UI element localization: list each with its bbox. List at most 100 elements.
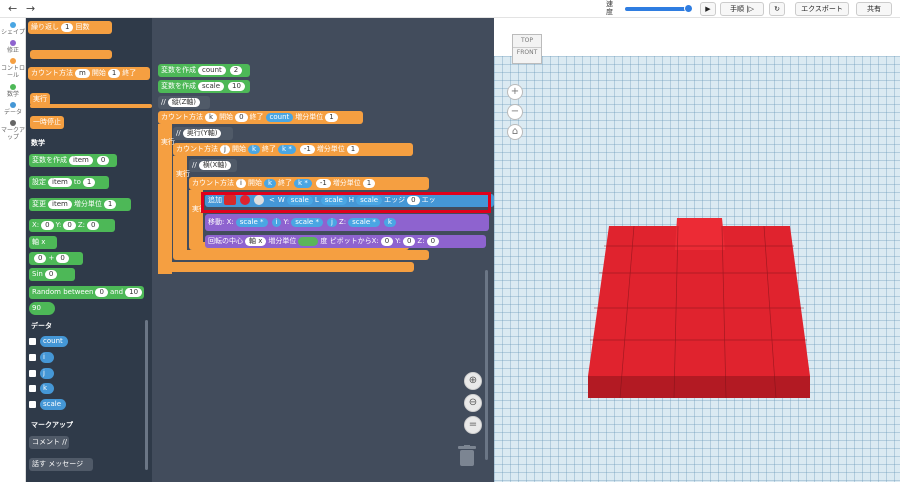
comment-y-text[interactable]: 奥行(Y軸) bbox=[182, 128, 222, 138]
loop-k-start[interactable]: 0 bbox=[235, 112, 248, 122]
loop-i-var[interactable]: i bbox=[236, 178, 246, 188]
move-x-var[interactable]: i bbox=[271, 217, 282, 227]
start-value[interactable]: 1 bbox=[107, 68, 121, 78]
palette-number-block[interactable]: 90 bbox=[29, 302, 55, 315]
palette-repeat-block[interactable]: 繰り返し 1 回数 bbox=[28, 21, 112, 34]
workspace-reset-icon[interactable]: = bbox=[464, 416, 482, 434]
create-count-name[interactable]: count bbox=[198, 65, 226, 75]
scale-checkbox[interactable] bbox=[29, 401, 36, 408]
palette-axis-block[interactable]: 軸 x bbox=[29, 236, 57, 249]
pivot-x[interactable]: 0 bbox=[380, 236, 394, 246]
nav-data[interactable]: データ bbox=[0, 102, 26, 116]
palette-set-block[interactable]: 設定 item to 1 bbox=[29, 176, 109, 189]
comment-y-axis[interactable]: //奥行(Y軸) bbox=[173, 127, 233, 140]
loop-j-step[interactable]: 1 bbox=[346, 144, 360, 154]
loop-i-end[interactable]: k * bbox=[294, 178, 312, 188]
palette-scrollbar[interactable] bbox=[145, 320, 148, 470]
create-var-scale-block[interactable]: 変数を作成 scale 10 bbox=[158, 80, 250, 93]
plus-right-value[interactable]: 0 bbox=[56, 253, 69, 263]
comment-x-text[interactable]: 横(X軸) bbox=[198, 160, 231, 170]
loop-j-end[interactable]: k * bbox=[278, 144, 296, 154]
change-value[interactable]: 1 bbox=[103, 199, 117, 209]
random-min[interactable]: 0 bbox=[95, 287, 108, 297]
count-checkbox[interactable] bbox=[29, 338, 36, 345]
workspace-zoom-out-icon[interactable]: ⊖ bbox=[464, 394, 482, 412]
palette-plus-block[interactable]: 0 +0 bbox=[29, 252, 83, 265]
create-scale-value[interactable]: 10 bbox=[228, 81, 245, 91]
palette-create-var-block[interactable]: 変数を作成 item 0 bbox=[29, 154, 117, 167]
loop-k-block[interactable]: カウント方法 k 開始 0 終了 count 増分単位 1 bbox=[158, 111, 363, 124]
sin-value[interactable]: 0 bbox=[44, 269, 58, 279]
loop-i-start[interactable]: k bbox=[263, 178, 277, 188]
comment-z-axis[interactable]: //縦(Z軸) bbox=[158, 96, 210, 109]
loop-j-var[interactable]: j bbox=[220, 144, 230, 154]
loop-k-var[interactable]: k bbox=[205, 112, 218, 122]
nav-math[interactable]: 数学 bbox=[0, 84, 26, 98]
say-message[interactable]: メッセージ bbox=[48, 460, 83, 468]
loop-i-end-m1[interactable]: -1 bbox=[315, 178, 331, 188]
xyz-x-value[interactable]: 0 bbox=[41, 220, 54, 230]
nav-shapes[interactable]: シェイプ bbox=[0, 22, 26, 36]
repeat-count[interactable]: 1 bbox=[61, 22, 74, 32]
palette-sin-block[interactable]: Sin 0 bbox=[29, 268, 75, 281]
rotate-degree-value[interactable] bbox=[298, 236, 319, 246]
create-var-value[interactable]: 0 bbox=[96, 155, 110, 165]
pivot-z[interactable]: 0 bbox=[426, 236, 440, 246]
viewport-3d[interactable]: TOP FRONT + − ⌂ bbox=[494, 18, 900, 482]
palette-count-block[interactable]: カウント方法 m 開始 1 終了 bbox=[28, 67, 150, 80]
palette-xyz-block[interactable]: X: 0 Y: 0 Z: 0 bbox=[29, 219, 115, 232]
palette-comment-block[interactable]: コメント // bbox=[29, 436, 69, 449]
palette-pause-block[interactable]: 一時停止 bbox=[30, 116, 64, 129]
create-scale-name[interactable]: scale bbox=[198, 81, 225, 91]
rotate-block[interactable]: 回転の中心軸 x 増分単位度 ピボットからX: 0 Y: 0 Z: 0 bbox=[205, 235, 486, 248]
speed-slider-knob[interactable] bbox=[684, 4, 693, 13]
palette-change-block[interactable]: 変更 item 増分単位 1 bbox=[29, 198, 131, 211]
var-scale[interactable]: scale bbox=[40, 399, 66, 410]
move-block[interactable]: 移動: X: scale * i Y: scale * j Z: scale * k bbox=[205, 214, 489, 231]
comment-z-text[interactable]: 縦(Z軸) bbox=[167, 97, 200, 107]
redo-arrow-icon[interactable]: → bbox=[26, 2, 35, 15]
random-max[interactable]: 10 bbox=[125, 287, 143, 297]
red-block-model[interactable] bbox=[494, 18, 900, 482]
reset-button[interactable]: ↻ bbox=[769, 2, 785, 16]
workspace-zoom-in-icon[interactable]: ⊕ bbox=[464, 372, 482, 390]
comment-x-axis[interactable]: //横(X軸) bbox=[189, 159, 237, 172]
xyz-y-value[interactable]: 0 bbox=[63, 220, 76, 230]
count-var-dropdown[interactable]: m bbox=[75, 68, 90, 78]
pivot-y[interactable]: 0 bbox=[402, 236, 416, 246]
var-count[interactable]: count bbox=[40, 336, 68, 347]
nav-modify[interactable]: 修正 bbox=[0, 40, 26, 54]
nav-markup[interactable]: マークアップ bbox=[0, 120, 26, 141]
loop-k-step[interactable]: 1 bbox=[325, 112, 338, 122]
speed-slider[interactable] bbox=[625, 7, 691, 11]
var-i[interactable]: i bbox=[40, 352, 54, 363]
share-button[interactable]: 共有 bbox=[856, 2, 892, 16]
k-checkbox[interactable] bbox=[29, 385, 36, 392]
loop-i-block[interactable]: カウント方法 i 開始 k 終了 k * -1 増分単位 1 bbox=[189, 177, 429, 190]
play-button[interactable]: ▶ bbox=[700, 2, 716, 16]
step-button[interactable]: 手順 |▷ bbox=[720, 2, 764, 16]
workspace-scrollbar[interactable] bbox=[485, 270, 488, 460]
create-var-count-block[interactable]: 変数を作成 count 2 bbox=[158, 64, 250, 77]
create-count-value[interactable]: 2 bbox=[229, 65, 243, 75]
change-var[interactable]: item bbox=[48, 199, 72, 209]
move-y-var[interactable]: j bbox=[326, 217, 337, 227]
move-z-expr[interactable]: scale * bbox=[348, 217, 380, 227]
set-value[interactable]: 1 bbox=[82, 177, 96, 187]
rotate-axis[interactable]: 軸 x bbox=[245, 236, 267, 246]
plus-left-value[interactable]: 0 bbox=[34, 253, 47, 263]
move-z-var[interactable]: k bbox=[383, 217, 396, 227]
export-button[interactable]: エクスポート bbox=[795, 2, 849, 16]
trash-icon[interactable] bbox=[458, 445, 476, 467]
xyz-z-value[interactable]: 0 bbox=[86, 220, 100, 230]
var-j[interactable]: j bbox=[40, 368, 54, 379]
palette-say-block[interactable]: 話す メッセージ bbox=[29, 458, 93, 471]
loop-j-block[interactable]: カウント方法 j 開始 k 終了 k * -1 増分単位 1 bbox=[173, 143, 413, 156]
j-checkbox[interactable] bbox=[29, 370, 36, 377]
create-var-name[interactable]: item bbox=[69, 155, 93, 165]
nav-control[interactable]: コントロール bbox=[0, 58, 26, 79]
undo-arrow-icon[interactable]: ← bbox=[8, 2, 17, 15]
move-x-expr[interactable]: scale * bbox=[235, 217, 268, 227]
i-checkbox[interactable] bbox=[29, 354, 36, 361]
loop-j-start[interactable]: k bbox=[247, 144, 261, 154]
